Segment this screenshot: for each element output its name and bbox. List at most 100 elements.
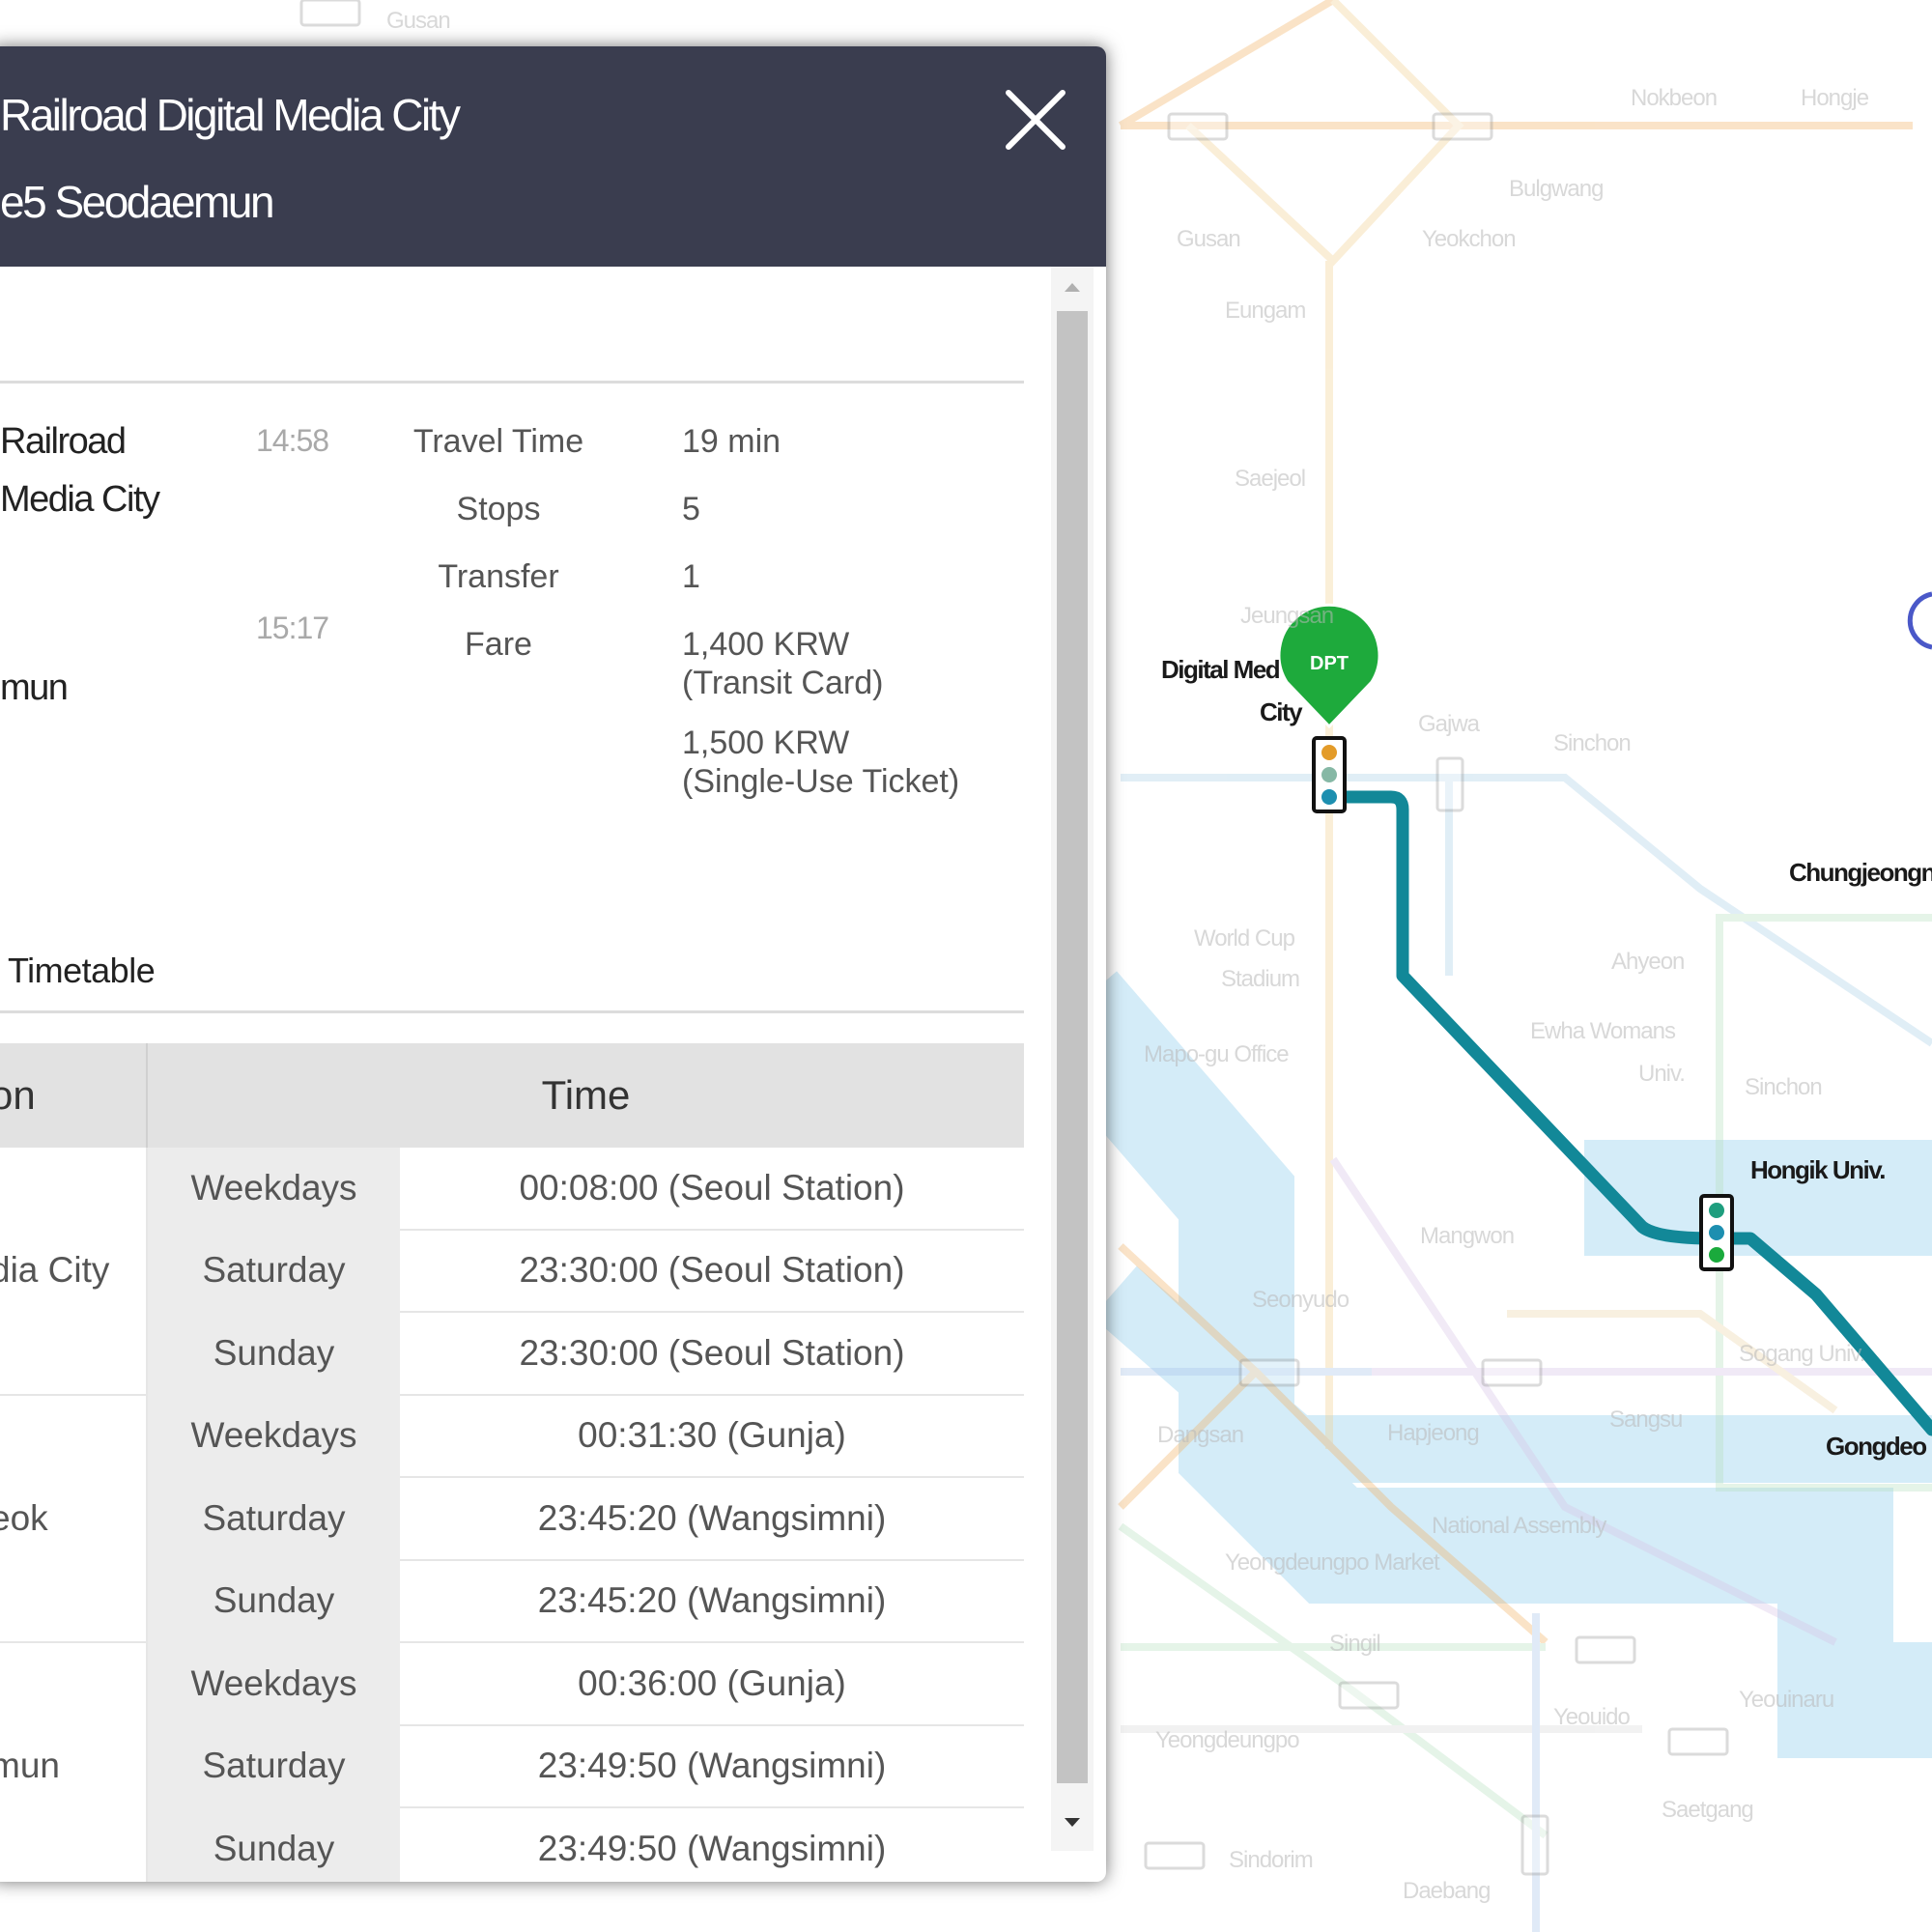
map-label: Ahyeon	[1611, 949, 1685, 975]
map-label: Sangsu	[1609, 1406, 1683, 1433]
map-label: World Cup	[1194, 925, 1295, 952]
station-cell: eok	[0, 1394, 148, 1643]
route-title-origin: Railroad Digital Media City	[0, 90, 461, 140]
panel-body: Railroad Media City 14:58 15:17 mun Trav…	[0, 267, 1106, 1882]
table-row: Saturday 23:49:50 (Wangsimni)	[0, 1724, 1024, 1808]
close-icon	[1006, 90, 1065, 150]
active-route-line	[1322, 790, 1932, 1436]
route-detail-panel: Railroad Digital Media City e5 Seodaemun…	[0, 46, 1106, 1882]
map-label: Sogang Univ.	[1739, 1341, 1865, 1367]
scroll-thumb[interactable]	[1057, 311, 1088, 1783]
time-cell: 00:08:00 (Seoul Station)	[400, 1148, 1024, 1231]
table-row: dia City Weekdays 00:08:00 (Seoul Statio…	[0, 1148, 1024, 1396]
fare-transit-card-amount: 1,400 KRW	[682, 626, 850, 663]
table-header-row: on Time	[0, 1043, 1024, 1148]
travel-time-label: Travel Time	[412, 423, 584, 460]
day-cell: Saturday	[147, 1724, 400, 1807]
map-label: Yeongdeungpo	[1155, 1727, 1300, 1753]
time-cell: 23:30:00 (Seoul Station)	[400, 1312, 1024, 1396]
table-row: Sunday 23:30:00 (Seoul Station)	[0, 1312, 1024, 1396]
hongik-univ-chip[interactable]	[1699, 1194, 1734, 1271]
map-label: Univ.	[1638, 1061, 1686, 1087]
map-label: Sindorim	[1229, 1847, 1314, 1873]
time-cell: 23:45:20 (Wangsimni)	[400, 1477, 1024, 1561]
column-header-station: on	[0, 1043, 148, 1148]
map-label: Daebang	[1403, 1878, 1491, 1904]
map-label: Yeongdeungpo Market	[1225, 1549, 1440, 1576]
map-label: Yeokchon	[1422, 226, 1517, 252]
panel-header: Railroad Digital Media City e5 Seodaemun	[0, 46, 1106, 267]
stops-label: Stops	[456, 491, 541, 527]
map-label: Sinchon	[1553, 730, 1632, 756]
time-cell: 00:36:00 (Gunja)	[400, 1642, 1024, 1726]
digital-media-city-chip[interactable]	[1312, 736, 1347, 813]
fare-label: Fare	[465, 626, 532, 663]
station-label-chungjeongno[interactable]: Chungjeongn	[1789, 858, 1932, 888]
station-label-digital-media-city[interactable]: Digital Med	[1161, 655, 1281, 685]
map-label: Hapjeong	[1387, 1420, 1480, 1446]
map-label: Singil	[1329, 1631, 1381, 1657]
map-label: Saejeol	[1235, 466, 1306, 492]
last-train-timetable: on Time dia City Weekdays 00:08:00 (Seou…	[0, 1043, 1024, 1882]
partial-station-icon	[1907, 591, 1932, 650]
day-cell: Sunday	[147, 1559, 400, 1642]
station-cell: mun	[0, 1642, 148, 1882]
divider	[0, 381, 1024, 384]
stops-value: 5	[682, 491, 700, 527]
map-label: Eungam	[1225, 298, 1306, 324]
table-row: eok Weekdays 00:31:30 (Gunja)	[0, 1394, 1024, 1643]
table-row: Saturday 23:45:20 (Wangsimni)	[0, 1477, 1024, 1561]
time-cell: 23:49:50 (Wangsimni)	[400, 1724, 1024, 1808]
map-label: Gusan	[1177, 226, 1241, 252]
map-label: Ewha Womans	[1530, 1018, 1676, 1044]
divider	[0, 1010, 1024, 1013]
day-cell: Weekdays	[147, 1148, 400, 1230]
day-cell: Sunday	[147, 1807, 400, 1882]
day-cell: Saturday	[147, 1229, 400, 1312]
station-label-gongdeok[interactable]: Gongdeo	[1826, 1432, 1927, 1462]
map-label: Mapo-gu Office	[1144, 1041, 1290, 1067]
timetable-title: Timetable	[8, 951, 156, 990]
scroll-down-button[interactable]	[1051, 1801, 1094, 1843]
departure-time: 14:58	[256, 423, 329, 458]
map-label: Dangsan	[1157, 1422, 1244, 1448]
station-label-hongik-univ[interactable]: Hongik Univ.	[1750, 1155, 1886, 1185]
day-cell: Weekdays	[147, 1394, 400, 1477]
scroll-up-button[interactable]	[1051, 267, 1094, 309]
map-label: Saetgang	[1662, 1797, 1754, 1823]
station-cell: dia City	[0, 1148, 148, 1396]
map-label: Nokbeon	[1631, 85, 1718, 111]
column-header-time: Time	[147, 1043, 1024, 1148]
map-label: Stadium	[1221, 966, 1300, 992]
time-cell: 23:45:20 (Wangsimni)	[400, 1559, 1024, 1643]
map-label: Gusan	[386, 8, 451, 34]
transfer-value: 1	[682, 558, 700, 595]
map-label: National Assembly	[1432, 1513, 1606, 1539]
panel-scrollbar[interactable]	[1051, 267, 1094, 1851]
map-label: Hongje	[1801, 85, 1869, 111]
origin-station-line1: Railroad	[0, 421, 127, 462]
departure-marker-label: DPT	[1310, 653, 1349, 674]
map-label: Yeouinaru	[1739, 1687, 1834, 1713]
day-cell: Weekdays	[147, 1642, 400, 1725]
map-label: Jeungsan	[1240, 603, 1334, 629]
time-cell: 00:31:30 (Gunja)	[400, 1394, 1024, 1478]
table-row: mun Weekdays 00:36:00 (Gunja)	[0, 1642, 1024, 1882]
destination-station: mun	[0, 668, 69, 708]
table-row: Saturday 23:30:00 (Seoul Station)	[0, 1229, 1024, 1313]
transfer-label: Transfer	[438, 558, 559, 595]
time-cell: 23:30:00 (Seoul Station)	[400, 1229, 1024, 1313]
fare-transit-card-type: (Transit Card)	[682, 665, 884, 701]
close-button[interactable]	[997, 81, 1074, 158]
arrival-time: 15:17	[256, 611, 329, 645]
map-label: Yeouido	[1553, 1704, 1631, 1730]
station-label-digital-media-city-2[interactable]: City	[1260, 697, 1303, 727]
route-title-destination: e5 Seodaemun	[0, 177, 275, 227]
map-label: Seonyudo	[1252, 1287, 1350, 1313]
fare-single-ticket-type: (Single-Use Ticket)	[682, 763, 960, 800]
day-cell: Sunday	[147, 1312, 400, 1395]
map-label: Mangwon	[1420, 1223, 1515, 1249]
triangle-down-icon	[1065, 1818, 1080, 1827]
time-cell: 23:49:50 (Wangsimni)	[400, 1807, 1024, 1882]
map-label: Sinchon	[1745, 1074, 1823, 1100]
